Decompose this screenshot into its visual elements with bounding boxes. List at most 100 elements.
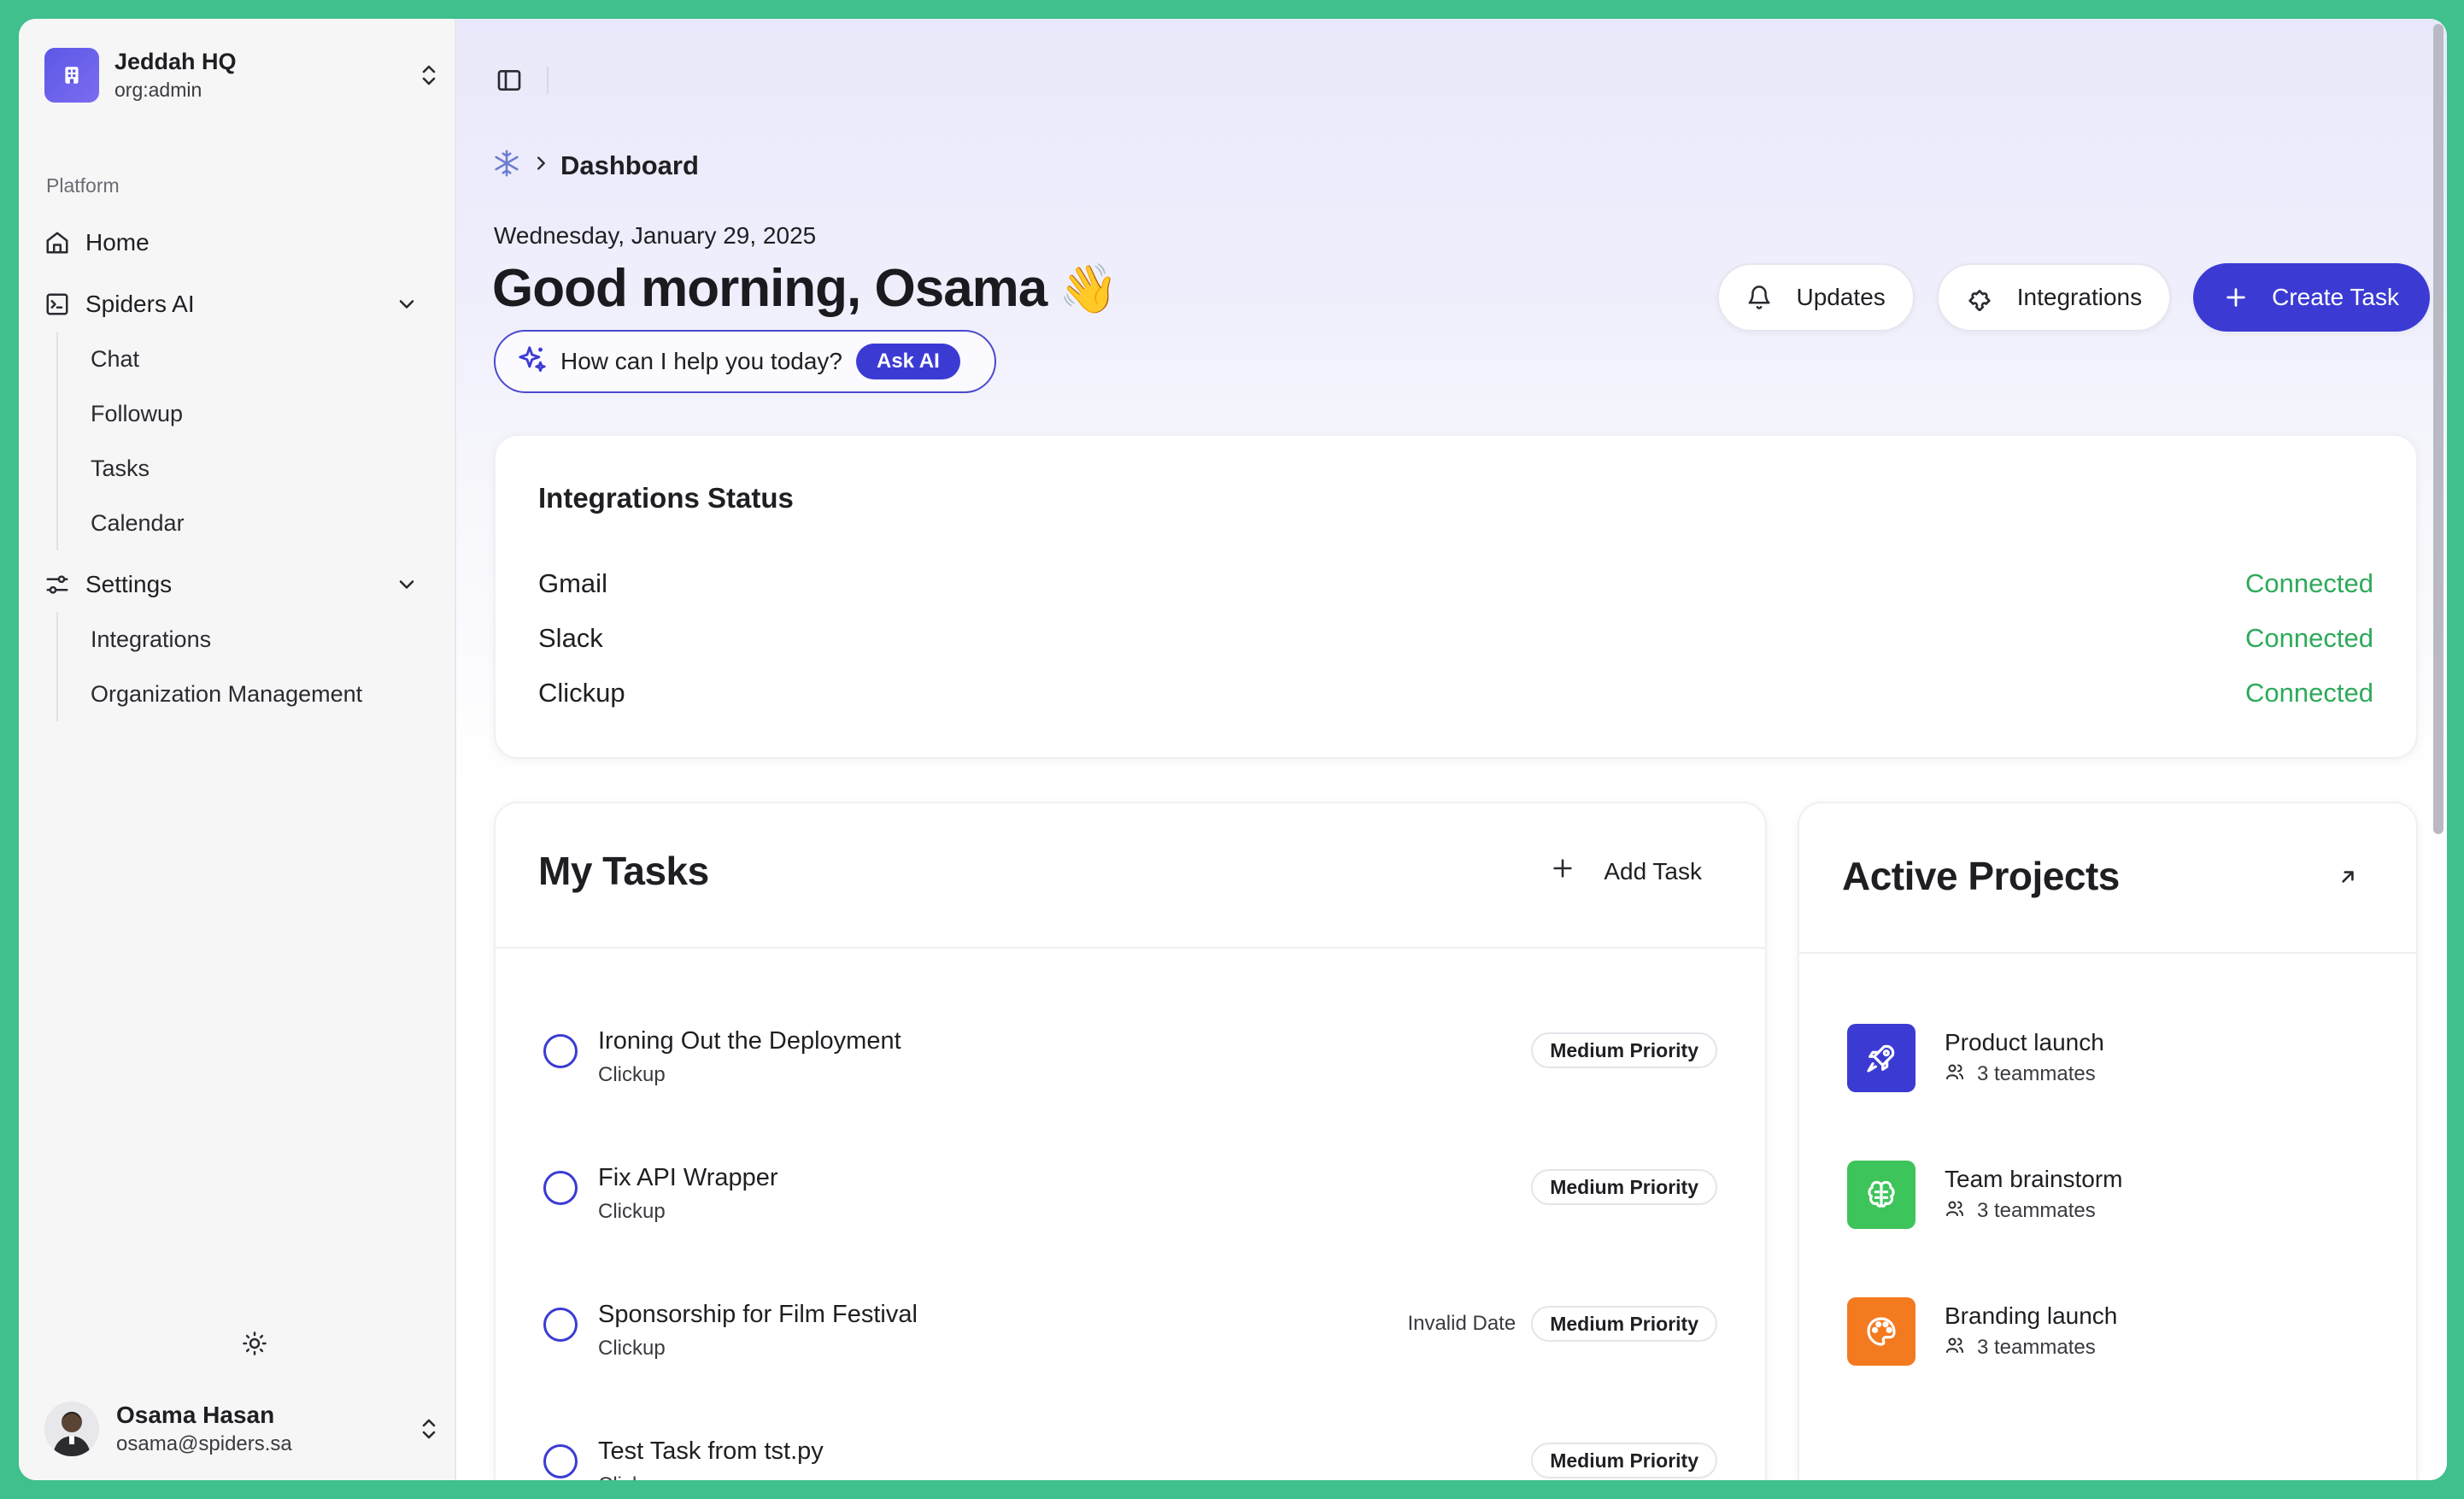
task-row[interactable]: Fix API Wrapper Clickup Medium Priority xyxy=(496,1154,1765,1239)
plus-icon xyxy=(2224,285,2248,309)
org-switcher[interactable]: Jeddah HQ org:admin xyxy=(44,44,446,106)
sidebar-item-label: Home xyxy=(85,229,150,256)
card-title: Active Projects xyxy=(1842,854,2120,898)
updates-label: Updates xyxy=(1796,284,1886,310)
sparkles-icon xyxy=(516,344,549,380)
task-meta: Medium Priority xyxy=(1531,1443,1717,1478)
sidebar-item-spiders-ai[interactable]: Spiders AI xyxy=(43,280,443,328)
chevron-down-icon xyxy=(395,292,419,322)
app-window: Jeddah HQ org:admin Platform Home Spider… xyxy=(19,19,2447,1480)
settings-submenu: Integrations Organization Management xyxy=(56,612,432,721)
sidebar-item-tasks[interactable]: Tasks xyxy=(58,441,432,496)
breadcrumb: Dashboard xyxy=(492,149,699,182)
sidebar-item-home[interactable]: Home xyxy=(43,219,443,267)
project-team: 3 teammates xyxy=(1945,1061,2104,1088)
task-title: Ironing Out the Deployment xyxy=(598,1027,901,1055)
org-logo xyxy=(44,48,99,103)
terminal-icon xyxy=(43,290,72,319)
add-task-button[interactable]: Add Task xyxy=(1551,856,1702,886)
divider xyxy=(547,67,549,94)
section-label-platform: Platform xyxy=(46,174,120,197)
integration-status: Connected xyxy=(2245,568,2373,598)
create-task-button[interactable]: Create Task xyxy=(2193,263,2430,332)
task-checkbox[interactable] xyxy=(543,1034,578,1068)
task-row[interactable]: Ironing Out the Deployment Clickup Mediu… xyxy=(496,1017,1765,1102)
sidebar-item-integrations[interactable]: Integrations xyxy=(58,612,432,667)
task-row[interactable]: Sponsorship for Film Festival Clickup In… xyxy=(496,1290,1765,1376)
project-team: 3 teammates xyxy=(1945,1198,2123,1225)
integrations-label: Integrations xyxy=(2016,284,2143,310)
breadcrumb-current: Dashboard xyxy=(560,150,699,180)
sidebar-item-label: Settings xyxy=(85,571,173,597)
integrations-button[interactable]: Integrations xyxy=(1936,263,2172,332)
chevrons-up-down-icon xyxy=(412,1412,446,1446)
theme-toggle-sun-icon[interactable] xyxy=(238,1326,272,1361)
teammates-count: 3 teammates xyxy=(1977,1336,2096,1359)
project-name: Branding launch xyxy=(1945,1302,2118,1329)
settings-sliders-icon xyxy=(43,570,72,599)
integration-name: Gmail xyxy=(538,568,607,598)
sidebar-item-organization-management[interactable]: Organization Management xyxy=(58,667,432,721)
project-team: 3 teammates xyxy=(1945,1335,2117,1361)
sidebar-item-settings[interactable]: Settings xyxy=(43,561,443,608)
priority-badge: Medium Priority xyxy=(1531,1443,1717,1478)
org-name: Jeddah HQ xyxy=(114,49,237,74)
user-name: Osama Hasan xyxy=(116,1402,275,1428)
arrow-up-right-icon[interactable] xyxy=(2331,860,2365,894)
ask-ai-button[interactable]: Ask AI xyxy=(855,344,960,379)
tasks-header: My Tasks Add Task xyxy=(496,803,1765,949)
project-name: Team brainstorm xyxy=(1945,1165,2123,1192)
integration-name: Slack xyxy=(538,623,603,653)
task-row[interactable]: Test Task from tst.py Clickup Medium Pri… xyxy=(496,1427,1765,1480)
users-icon xyxy=(1945,1198,1965,1225)
sidebar-item-chat[interactable]: Chat xyxy=(58,332,432,386)
active-projects-card: Active Projects Product launch 3 teammat… xyxy=(1798,802,2418,1480)
task-source: Clickup xyxy=(598,1337,666,1360)
brain-icon xyxy=(1847,1161,1915,1229)
snowflake-logo-icon[interactable] xyxy=(492,149,521,182)
integration-row: Gmail Connected xyxy=(538,562,2373,605)
priority-badge: Medium Priority xyxy=(1531,1169,1717,1205)
integration-row: Clickup Connected xyxy=(538,672,2373,714)
sidebar-item-calendar[interactable]: Calendar xyxy=(58,496,432,550)
task-due-date: Invalid Date xyxy=(1407,1312,1517,1335)
ask-ai-prompt: How can I help you today? xyxy=(560,348,842,374)
user-switcher[interactable]: Osama Hasan osama@spiders.sa xyxy=(44,1395,446,1463)
task-title: Sponsorship for Film Festival xyxy=(598,1301,918,1328)
current-date: Wednesday, January 29, 2025 xyxy=(494,222,817,249)
users-icon xyxy=(1945,1061,1965,1088)
integration-status: Connected xyxy=(2245,623,2373,653)
task-source: Clickup xyxy=(598,1200,666,1223)
card-title: Integrations Status xyxy=(538,482,794,514)
sidebar-item-followup[interactable]: Followup xyxy=(58,386,432,441)
scrollbar[interactable] xyxy=(2430,19,2447,1480)
project-item[interactable]: Branding launch 3 teammates xyxy=(1847,1296,2382,1367)
teammates-count: 3 teammates xyxy=(1977,1199,2096,1222)
wave-emoji: 👋 xyxy=(1059,261,1118,315)
greeting-text: Good morning, Osama xyxy=(492,259,1047,318)
scrollbar-thumb[interactable] xyxy=(2433,24,2443,834)
updates-button[interactable]: Updates xyxy=(1717,263,1915,332)
task-meta: Invalid Date Medium Priority xyxy=(1407,1306,1717,1342)
project-item[interactable]: Team brainstorm 3 teammates xyxy=(1847,1159,2382,1231)
page-title: Good morning, Osama 👋 xyxy=(492,258,1118,319)
ask-ai-bar[interactable]: How can I help you today? Ask AI xyxy=(494,330,996,393)
org-role: org:admin xyxy=(114,79,202,101)
task-checkbox[interactable] xyxy=(543,1171,578,1205)
task-checkbox[interactable] xyxy=(543,1444,578,1478)
project-item[interactable]: Product launch 3 teammates xyxy=(1847,1022,2382,1094)
task-title: Fix API Wrapper xyxy=(598,1164,778,1191)
plus-icon xyxy=(1551,856,1575,886)
avatar xyxy=(44,1402,99,1456)
task-meta: Medium Priority xyxy=(1531,1169,1717,1205)
sidebar-item-label: Spiders AI xyxy=(85,291,195,317)
main-content: Dashboard Wednesday, January 29, 2025 Go… xyxy=(456,19,2447,1480)
sidebar-toggle-icon[interactable] xyxy=(490,62,528,99)
add-task-label: Add Task xyxy=(1604,857,1702,885)
my-tasks-card: My Tasks Add Task Ironing Out the Deploy… xyxy=(494,802,1767,1480)
task-checkbox[interactable] xyxy=(543,1308,578,1342)
projects-header: Active Projects xyxy=(1799,803,2416,954)
teammates-count: 3 teammates xyxy=(1977,1062,2096,1085)
chevrons-up-down-icon xyxy=(412,58,446,92)
priority-badge: Medium Priority xyxy=(1531,1306,1717,1342)
